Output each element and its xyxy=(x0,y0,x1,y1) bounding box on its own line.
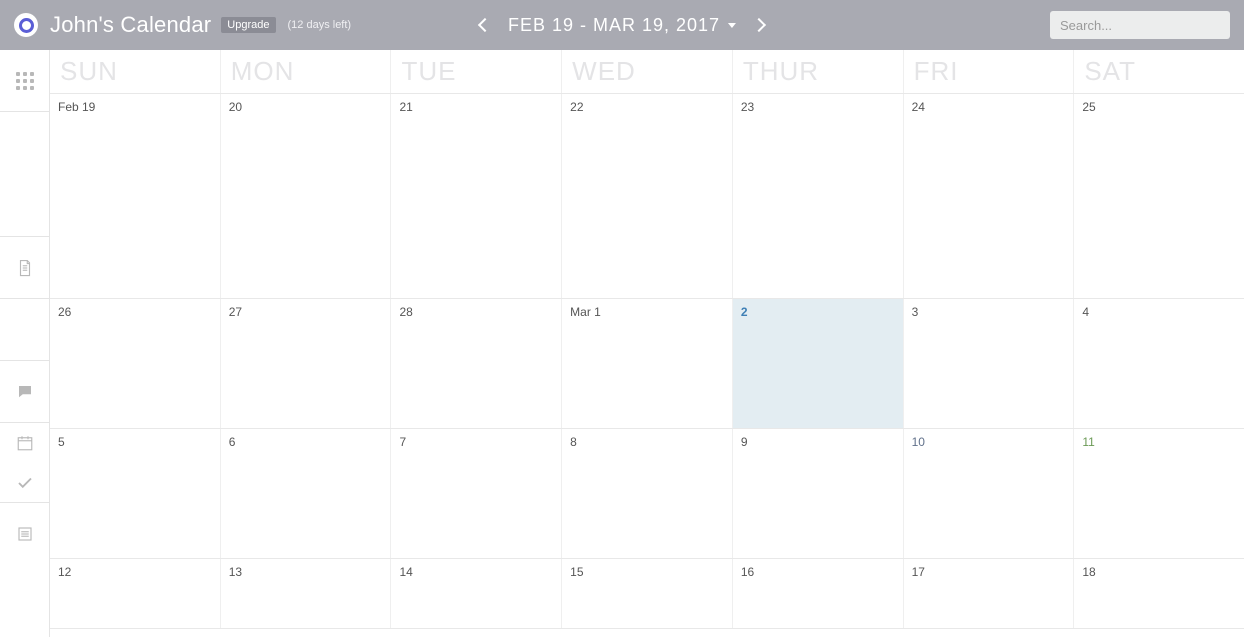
cell-date-label: 21 xyxy=(399,100,412,114)
calendar-cell[interactable]: 17 xyxy=(904,559,1075,628)
cell-date-label: 16 xyxy=(741,565,754,579)
cell-date-label: 7 xyxy=(399,435,406,449)
calendar-main: SUNMONTUEWEDTHURFRISAT Feb 1920212223242… xyxy=(50,50,1244,637)
calendar-cell[interactable]: 15 xyxy=(562,559,733,628)
upgrade-button[interactable]: Upgrade xyxy=(221,17,275,33)
sidebar-calendar-button[interactable] xyxy=(0,423,49,463)
day-headers: SUNMONTUEWEDTHURFRISAT xyxy=(50,50,1244,94)
cell-date-label: 22 xyxy=(570,100,583,114)
document-icon xyxy=(16,259,34,277)
calendar-title: John's Calendar xyxy=(50,12,211,38)
sidebar-apps-button[interactable] xyxy=(0,50,49,112)
cell-date-label: 9 xyxy=(741,435,748,449)
calendar-cell[interactable]: 13 xyxy=(221,559,392,628)
calendar-cell[interactable]: Mar 1 xyxy=(562,299,733,428)
calendar-cell[interactable]: 9 xyxy=(733,429,904,558)
calendar-week: 26 27 28 Mar 1 2 3 4 xyxy=(50,299,1244,429)
day-header: SUN xyxy=(50,50,221,93)
cell-date-label: 11 xyxy=(1082,435,1094,449)
next-range-button[interactable] xyxy=(752,18,766,32)
day-header: TUE xyxy=(391,50,562,93)
cell-date-label: 12 xyxy=(58,565,71,579)
sidebar-notes-button[interactable] xyxy=(0,237,49,299)
sidebar-spacer-1 xyxy=(0,112,49,237)
cell-date-label: 27 xyxy=(229,305,242,319)
list-icon xyxy=(16,525,34,543)
calendar-icon xyxy=(16,434,34,452)
cell-date-label: 26 xyxy=(58,305,71,319)
sidebar-spacer-2 xyxy=(0,299,49,361)
calendar-cell[interactable]: 23 xyxy=(733,94,904,298)
cell-date-label: 2 xyxy=(741,305,748,319)
calendar-cell[interactable]: 14 xyxy=(391,559,562,628)
search-box xyxy=(1050,11,1230,39)
date-navigator: FEB 19 - MAR 19, 2017 xyxy=(480,15,764,36)
cell-date-label: 3 xyxy=(912,305,919,319)
day-header: THUR xyxy=(733,50,904,93)
calendar-cell[interactable]: 20 xyxy=(221,94,392,298)
caret-down-icon xyxy=(728,23,736,28)
calendar-cell[interactable]: 16 xyxy=(733,559,904,628)
cell-date-label: Mar 1 xyxy=(570,305,601,319)
calendar-cell[interactable]: 25 xyxy=(1074,94,1244,298)
search-input[interactable] xyxy=(1050,11,1230,39)
sidebar xyxy=(0,50,50,637)
sidebar-list-button[interactable] xyxy=(0,503,49,565)
calendar-week: 12 13 14 15 16 17 18 xyxy=(50,559,1244,629)
calendar-grid: Feb 19202122232425262728Mar 123456789101… xyxy=(50,94,1244,637)
date-range-label: FEB 19 - MAR 19, 2017 xyxy=(508,15,720,36)
calendar-week: Feb 19 20 21 22 23 24 25 xyxy=(50,94,1244,299)
calendar-cell[interactable]: 4 xyxy=(1074,299,1244,428)
grid-icon xyxy=(16,72,34,90)
day-header: SAT xyxy=(1074,50,1244,93)
calendar-cell[interactable]: 11 xyxy=(1074,429,1244,558)
cell-date-label: 8 xyxy=(570,435,577,449)
calendar-week: 5 6 7 8 9 10 11 xyxy=(50,429,1244,559)
calendar-cell[interactable]: 28 xyxy=(391,299,562,428)
cell-date-label: 5 xyxy=(58,435,65,449)
check-icon xyxy=(16,474,34,492)
calendar-cell[interactable]: 10 xyxy=(904,429,1075,558)
calendar-cell[interactable]: 24 xyxy=(904,94,1075,298)
calendar-cell[interactable]: 21 xyxy=(391,94,562,298)
day-header: MON xyxy=(221,50,392,93)
chat-icon xyxy=(16,383,34,401)
calendar-cell[interactable]: 22 xyxy=(562,94,733,298)
calendar-cell[interactable]: 5 xyxy=(50,429,221,558)
cell-date-label: 24 xyxy=(912,100,925,114)
calendar-cell[interactable]: 12 xyxy=(50,559,221,628)
top-bar: John's Calendar Upgrade (12 days left) F… xyxy=(0,0,1244,50)
day-header: WED xyxy=(562,50,733,93)
prev-range-button[interactable] xyxy=(478,18,492,32)
cell-date-label: 14 xyxy=(399,565,412,579)
calendar-cell[interactable]: 8 xyxy=(562,429,733,558)
calendar-cell[interactable]: 2 xyxy=(733,299,904,428)
cell-date-label: 10 xyxy=(912,435,925,449)
cell-date-label: Feb 19 xyxy=(58,100,95,114)
cell-date-label: 17 xyxy=(912,565,925,579)
calendar-cell[interactable]: 26 xyxy=(50,299,221,428)
cell-date-label: 28 xyxy=(399,305,412,319)
sidebar-tasks-button[interactable] xyxy=(0,463,49,503)
trial-days-left: (12 days left) xyxy=(288,19,352,31)
cell-date-label: 20 xyxy=(229,100,242,114)
calendar-cell[interactable]: Feb 19 xyxy=(50,94,221,298)
date-range-dropdown[interactable]: FEB 19 - MAR 19, 2017 xyxy=(508,15,736,36)
cell-date-label: 23 xyxy=(741,100,754,114)
calendar-cell[interactable]: 6 xyxy=(221,429,392,558)
cell-date-label: 25 xyxy=(1082,100,1095,114)
sidebar-comments-button[interactable] xyxy=(0,361,49,423)
calendar-cell[interactable]: 7 xyxy=(391,429,562,558)
calendar-cell[interactable]: 27 xyxy=(221,299,392,428)
calendar-cell[interactable]: 18 xyxy=(1074,559,1244,628)
cell-date-label: 18 xyxy=(1082,565,1095,579)
cell-date-label: 15 xyxy=(570,565,583,579)
app-logo[interactable] xyxy=(14,13,38,37)
day-header: FRI xyxy=(904,50,1075,93)
cell-date-label: 4 xyxy=(1082,305,1089,319)
calendar-cell[interactable]: 3 xyxy=(904,299,1075,428)
cell-date-label: 6 xyxy=(229,435,236,449)
logo-inner-circle xyxy=(19,18,34,33)
cell-date-label: 13 xyxy=(229,565,242,579)
